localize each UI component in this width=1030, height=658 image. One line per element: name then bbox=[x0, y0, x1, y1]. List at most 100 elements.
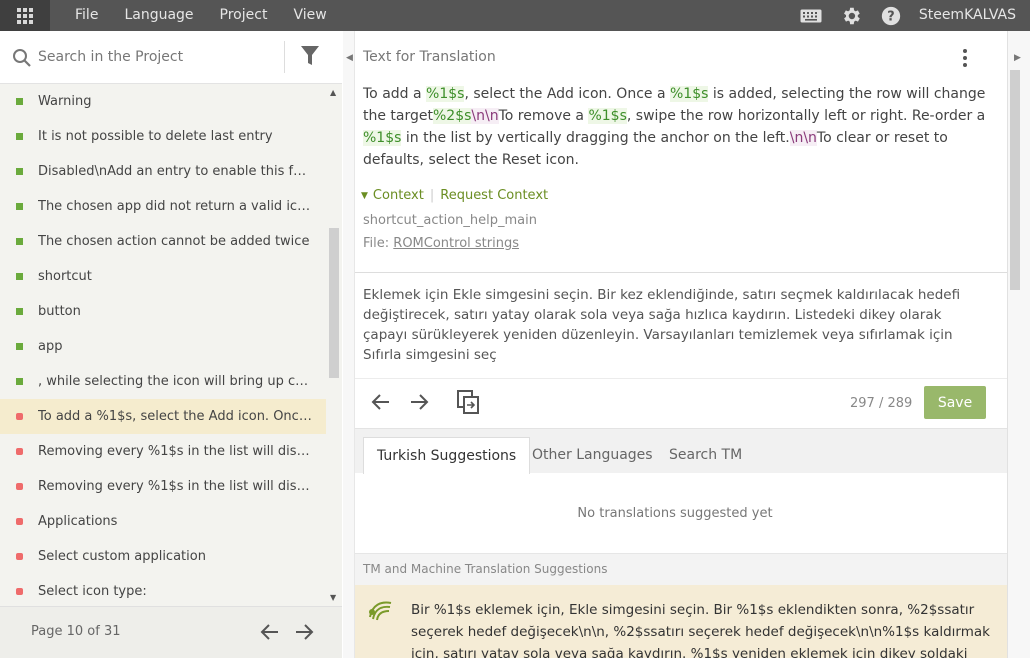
list-item[interactable]: Select icon type: bbox=[0, 574, 326, 606]
escape-token[interactable]: \n\n bbox=[471, 108, 499, 124]
scroll-up-icon[interactable]: ▲ bbox=[330, 88, 336, 97]
source-segment: , swipe the row horizontally left or rig… bbox=[626, 108, 986, 124]
list-item[interactable]: Removing every %1$s in the list will dis… bbox=[0, 434, 326, 469]
editor-panel: Text for Translation To add a %1$s, sele… bbox=[343, 31, 1007, 658]
no-suggestions-text: No translations suggested yet bbox=[577, 506, 773, 521]
status-translated-icon bbox=[16, 273, 23, 280]
editor-scrollbar[interactable] bbox=[1008, 70, 1022, 655]
list-item-label: The chosen app did not return a valid ic… bbox=[38, 199, 313, 214]
tab-search-tm[interactable]: Search TM bbox=[656, 437, 755, 474]
tab-turkish-suggestions[interactable]: Turkish Suggestions bbox=[363, 437, 531, 474]
status-untranslated-icon bbox=[16, 553, 23, 560]
escape-token[interactable]: \n\n bbox=[789, 130, 817, 146]
placeholder-token[interactable]: %1$s bbox=[588, 108, 627, 124]
character-count: 297 / 289 bbox=[850, 396, 913, 411]
list-item[interactable]: button bbox=[0, 294, 326, 329]
request-context-link[interactable]: Request Context bbox=[440, 188, 548, 203]
list-item[interactable]: app bbox=[0, 329, 326, 364]
list-item-label: It is not possible to delete last entry bbox=[38, 129, 273, 144]
translation-input[interactable]: Eklemek için Ekle simgesini seçin. Bir k… bbox=[363, 285, 987, 365]
placeholder-token[interactable]: %1$s bbox=[670, 86, 709, 102]
search-icon bbox=[12, 48, 32, 72]
list-scrollbar-thumb[interactable] bbox=[329, 228, 339, 378]
source-text: To add a %1$s, select the Add icon. Once… bbox=[363, 83, 987, 171]
status-translated-icon bbox=[16, 168, 23, 175]
menu-file[interactable]: File bbox=[62, 0, 111, 31]
copy-source-icon[interactable] bbox=[457, 390, 479, 418]
context-separator: | bbox=[429, 188, 435, 203]
prev-page-icon[interactable] bbox=[260, 623, 280, 645]
status-translated-icon bbox=[16, 203, 23, 210]
top-right-tools: ? SteemKALVAS bbox=[791, 0, 1030, 31]
search-bar bbox=[0, 31, 342, 84]
list-item[interactable]: It is not possible to delete last entry bbox=[0, 119, 326, 154]
list-item[interactable]: Applications bbox=[0, 504, 326, 539]
list-item[interactable]: shortcut bbox=[0, 259, 326, 294]
save-button[interactable]: Save bbox=[924, 386, 986, 419]
placeholder-token[interactable]: %2$s bbox=[433, 108, 472, 124]
source-segment: To add a bbox=[363, 86, 427, 102]
file-link[interactable]: ROMControl strings bbox=[393, 236, 519, 251]
status-translated-icon bbox=[16, 133, 23, 140]
menu-language[interactable]: Language bbox=[111, 0, 206, 31]
status-translated-icon bbox=[16, 378, 23, 385]
list-item-label: Select icon type: bbox=[38, 584, 147, 599]
menu-project[interactable]: Project bbox=[207, 0, 281, 31]
apps-button[interactable] bbox=[0, 0, 50, 31]
list-item[interactable]: Removing every %1$s in the list will dis… bbox=[0, 469, 326, 504]
status-untranslated-icon bbox=[16, 448, 23, 455]
filter-divider bbox=[284, 41, 285, 73]
tm-header-label: TM and Machine Translation Suggestions bbox=[363, 562, 608, 576]
gear-icon[interactable] bbox=[831, 0, 871, 31]
search-input[interactable] bbox=[38, 44, 278, 70]
svg-text:?: ? bbox=[887, 9, 894, 24]
list-scrollbar[interactable]: ▲ ▼ bbox=[326, 84, 342, 606]
chevron-right-icon: ▶ bbox=[1014, 53, 1021, 63]
tm-suggestion-text: Bir %1$s eklemek için, Ekle simgesini se… bbox=[411, 602, 990, 658]
apps-grid-icon bbox=[17, 7, 33, 24]
page-indicator: Page 10 of 31 bbox=[31, 624, 121, 639]
placeholder-token[interactable]: %1$s bbox=[363, 130, 402, 146]
status-translated-icon bbox=[16, 343, 23, 350]
more-options-icon[interactable] bbox=[963, 49, 967, 67]
help-icon[interactable]: ? bbox=[871, 0, 911, 31]
next-page-icon[interactable] bbox=[294, 623, 314, 645]
source-segment: , select the Add icon. Once a bbox=[464, 86, 670, 102]
filter-icon[interactable] bbox=[300, 45, 320, 71]
previous-string-icon[interactable] bbox=[371, 393, 391, 415]
tm-suggestion[interactable]: Bir %1$s eklemek için, Ekle simgesini se… bbox=[343, 585, 1007, 658]
list-item-label: button bbox=[38, 304, 81, 319]
list-item[interactable]: Warning bbox=[0, 84, 326, 119]
pager: Page 10 of 31 bbox=[0, 606, 342, 658]
list-item-label: Applications bbox=[38, 514, 118, 529]
list-item[interactable]: The chosen action cannot be added twice bbox=[0, 224, 326, 259]
list-item[interactable]: Disabled\nAdd an entry to enable this fe… bbox=[0, 154, 326, 189]
caret-down-icon: ▼ bbox=[361, 190, 368, 201]
main-menu: File Language Project View bbox=[62, 0, 340, 31]
menu-view[interactable]: View bbox=[280, 0, 339, 31]
placeholder-token[interactable]: %1$s bbox=[426, 86, 465, 102]
list-item-label: Removing every %1$s in the list will dis… bbox=[38, 479, 313, 494]
suggestion-tabs: Turkish Suggestions Other Languages Sear… bbox=[343, 428, 1007, 474]
editor-scrollbar-thumb[interactable] bbox=[1010, 70, 1020, 290]
keyboard-icon[interactable] bbox=[791, 0, 831, 31]
file-info: File: ROMControl strings bbox=[363, 236, 519, 251]
tab-other-languages[interactable]: Other Languages bbox=[519, 437, 666, 474]
tm-header: TM and Machine Translation Suggestions bbox=[343, 553, 1007, 585]
next-string-icon[interactable] bbox=[409, 393, 429, 415]
top-bar: File Language Project View ? SteemKALVAS bbox=[0, 0, 1030, 31]
status-translated-icon bbox=[16, 98, 23, 105]
scroll-down-icon[interactable]: ▼ bbox=[330, 593, 336, 602]
divider bbox=[343, 272, 1007, 273]
list-item-selected[interactable]: To add a %1$s, select the Add icon. Once… bbox=[0, 399, 326, 434]
list-item[interactable]: , while selecting the icon will bring up… bbox=[0, 364, 326, 399]
machine-translation-icon bbox=[367, 599, 393, 625]
list-item[interactable]: The chosen app did not return a valid ic… bbox=[0, 189, 326, 224]
list-item[interactable]: Select custom application bbox=[0, 539, 326, 574]
context-toggle[interactable]: Context bbox=[373, 188, 424, 203]
list-item-label: , while selecting the icon will bring up… bbox=[38, 374, 313, 389]
user-name[interactable]: SteemKALVAS bbox=[911, 0, 1030, 31]
unit-list: Warning It is not possible to delete las… bbox=[0, 84, 326, 606]
string-key: shortcut_action_help_main bbox=[363, 213, 537, 228]
collapse-left-toggle[interactable]: ◀ bbox=[343, 31, 355, 658]
